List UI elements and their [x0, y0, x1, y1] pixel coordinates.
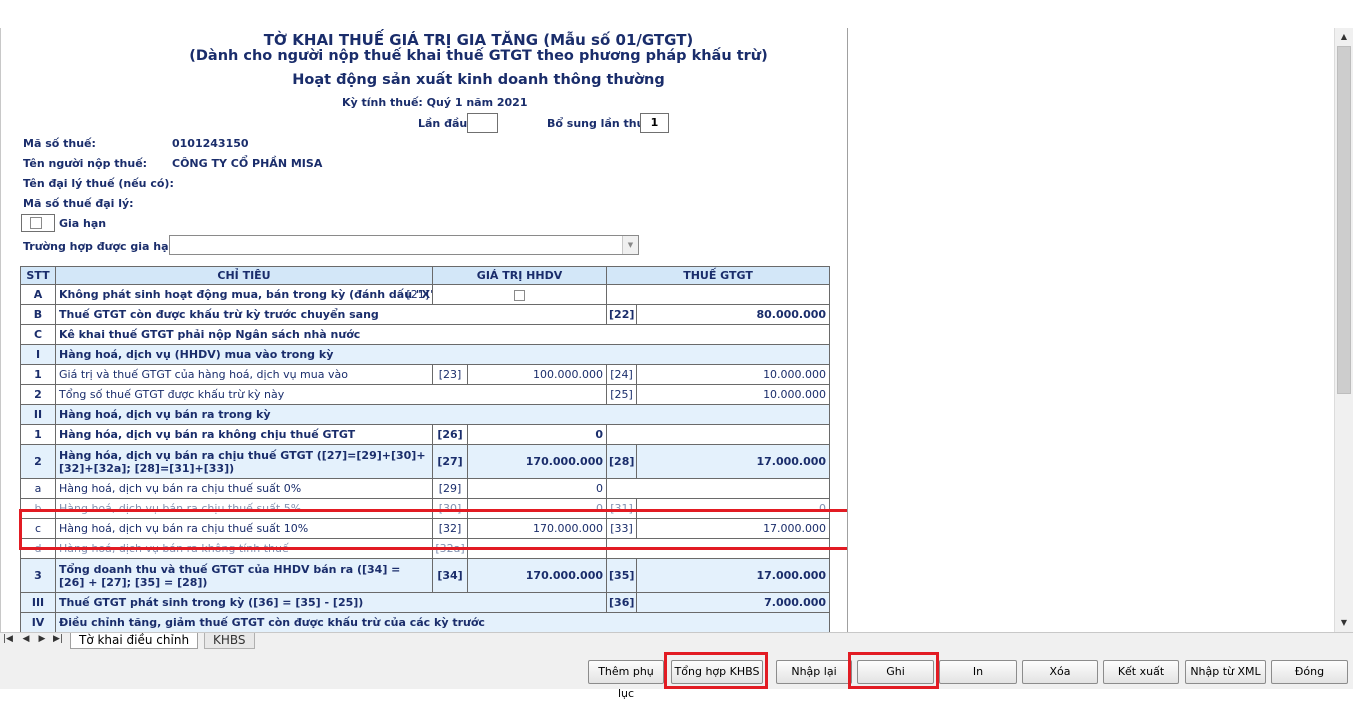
table-row: B Thuế GTGT còn được khấu trừ kỳ trước c… — [20, 304, 831, 325]
value-cell[interactable]: 0 — [466, 498, 608, 519]
chevron-down-icon[interactable]: ▼ — [622, 236, 638, 254]
value-cell[interactable]: 80.000.000 — [636, 304, 831, 325]
form-subtitle: (Dành cho người nộp thuế khai thuế GTGT … — [189, 48, 768, 64]
close-button[interactable]: Đóng — [1271, 660, 1348, 684]
value-cell[interactable]: 17.000.000 — [636, 518, 831, 539]
tax-agent-label: Tên đại lý thuế (nếu có): — [23, 177, 174, 190]
col-indicator: CHỈ TIÊU — [55, 266, 433, 285]
col-stt: STT — [20, 266, 56, 285]
value-cell[interactable]: 17.000.000 — [636, 444, 831, 479]
declaration-table: STT CHỈ TIÊU GIÁ TRỊ HHDV THUẾ GTGT A Kh… — [20, 266, 831, 632]
tax-code-label: Mã số thuế: — [23, 137, 96, 150]
value-cell[interactable]: 0 — [636, 498, 831, 519]
form-activity-title: Hoạt động sản xuất kinh doanh thông thườ… — [292, 72, 665, 88]
tax-period: Kỳ tính thuế: Quý 1 năm 2021 — [342, 96, 528, 109]
value-cell[interactable]: 17.000.000 — [636, 558, 831, 593]
table-row: III Thuế GTGT phát sinh trong kỳ ([36] =… — [20, 592, 831, 613]
value-cell[interactable]: 0 — [466, 424, 608, 445]
table-header: STT CHỈ TIÊU GIÁ TRỊ HHDV THUẾ GTGT — [20, 266, 831, 285]
next-sheet-icon[interactable]: ▶ — [36, 634, 48, 644]
value-cell[interactable]: 170.000.000 — [466, 444, 608, 479]
value-cell[interactable]: 10.000.000 — [636, 364, 831, 385]
table-row: II Hàng hoá, dịch vụ bán ra trong kỳ — [20, 404, 831, 425]
value-cell[interactable]: 0 — [466, 478, 608, 499]
extension-checkbox[interactable] — [21, 214, 55, 232]
add-appendix-button[interactable]: Thêm phụ lục — [588, 660, 664, 700]
table-row: 2 Tổng số thuế GTGT được khấu trừ kỳ này… — [20, 384, 831, 405]
table-row: d Hàng hoá, dịch vụ bán ra không tính th… — [20, 538, 831, 559]
prev-sheet-icon[interactable]: ◀ — [20, 634, 32, 644]
table-row: 1 Hàng hóa, dịch vụ bán ra không chịu th… — [20, 424, 831, 445]
side-pane — [847, 28, 1334, 632]
supplement-label: Bổ sung lần thứ: — [547, 117, 649, 130]
table-row: 3 Tổng doanh thu và thuế GTGT của HHDV b… — [20, 558, 831, 593]
form-title: TỜ KHAI THUẾ GIÁ TRỊ GIA TĂNG (Mẫu số 01… — [263, 31, 694, 49]
declaration-form: TỜ KHAI THUẾ GIÁ TRỊ GIA TĂNG (Mẫu số 01… — [0, 28, 847, 632]
table-row: C Kê khai thuế GTGT phải nộp Ngân sách n… — [20, 324, 831, 345]
sheet-tab-bar: |◀ ◀ ▶ ▶| Tờ khai điều chỉnh KHBS — [0, 632, 1353, 649]
summary-khbs-button[interactable]: Tổng hợp KHBS — [671, 660, 763, 684]
table-row-highlighted: c Hàng hoá, dịch vụ bán ra chịu thuế suấ… — [20, 518, 831, 539]
agent-tax-code-label: Mã số thuế đại lý: — [23, 197, 134, 210]
print-button[interactable]: In — [939, 660, 1017, 684]
extension-case-select[interactable]: ▼ — [169, 235, 639, 255]
first-time-field[interactable] — [467, 113, 498, 133]
scroll-down-icon[interactable]: ▼ — [1335, 615, 1353, 631]
vertical-scrollbar[interactable]: ▲ ▼ — [1334, 28, 1353, 632]
table-row: A Không phát sinh hoạt động mua, bán tro… — [20, 284, 831, 305]
scroll-thumb[interactable] — [1337, 46, 1351, 394]
first-time-label: Lần đầu: — [418, 117, 472, 130]
value-cell[interactable]: 100.000.000 — [466, 364, 608, 385]
save-button[interactable]: Ghi — [857, 660, 934, 684]
value-cell[interactable]: 7.000.000 — [636, 592, 831, 613]
value-cell[interactable]: 10.000.000 — [636, 384, 831, 405]
table-row: 2 Hàng hóa, dịch vụ bán ra chịu thuế GTG… — [20, 444, 831, 479]
extension-case-label: Trường hợp được gia hạn: — [23, 240, 181, 253]
import-xml-button[interactable]: Nhập từ XML — [1185, 660, 1266, 684]
extension-label: Gia hạn — [59, 217, 107, 230]
reenter-button[interactable]: Nhập lại — [776, 660, 852, 684]
taxpayer-name-label: Tên người nộp thuế: — [23, 157, 148, 170]
last-sheet-icon[interactable]: ▶| — [52, 634, 64, 644]
scroll-up-icon[interactable]: ▲ — [1335, 29, 1353, 45]
tab-khbs[interactable]: KHBS — [204, 633, 255, 649]
table-row: b Hàng hoá, dịch vụ bán ra chịu thuế suấ… — [20, 498, 831, 519]
tax-code-value: 0101243150 — [172, 137, 249, 150]
table-row: a Hàng hoá, dịch vụ bán ra chịu thuế suấ… — [20, 478, 831, 499]
table-row: 1 Giá trị và thuế GTGT của hàng hoá, dịc… — [20, 364, 831, 385]
tab-adjustment-declaration[interactable]: Tờ khai điều chỉnh — [70, 633, 199, 649]
value-cell[interactable]: 170.000.000 — [466, 558, 608, 593]
value-cell[interactable]: 170.000.000 — [466, 518, 608, 539]
table-row: IV Điều chỉnh tăng, giảm thuế GTGT còn đ… — [20, 612, 831, 632]
supplement-field[interactable]: 1 — [640, 113, 669, 133]
delete-button[interactable]: Xóa — [1022, 660, 1098, 684]
action-bar: Thêm phụ lục Tổng hợp KHBS Nhập lại Ghi … — [0, 649, 1353, 700]
taxpayer-name-value: CÔNG TY CỔ PHẦN MISA — [172, 157, 323, 170]
col-goods-value: GIÁ TRỊ HHDV — [431, 266, 608, 285]
table-row: I Hàng hoá, dịch vụ (HHDV) mua vào trong… — [20, 344, 831, 365]
col-vat: THUẾ GTGT — [606, 266, 831, 285]
value-cell[interactable] — [466, 538, 608, 559]
first-sheet-icon[interactable]: |◀ — [2, 634, 14, 644]
no-activity-checkbox[interactable] — [514, 289, 525, 301]
export-button[interactable]: Kết xuất — [1103, 660, 1179, 684]
